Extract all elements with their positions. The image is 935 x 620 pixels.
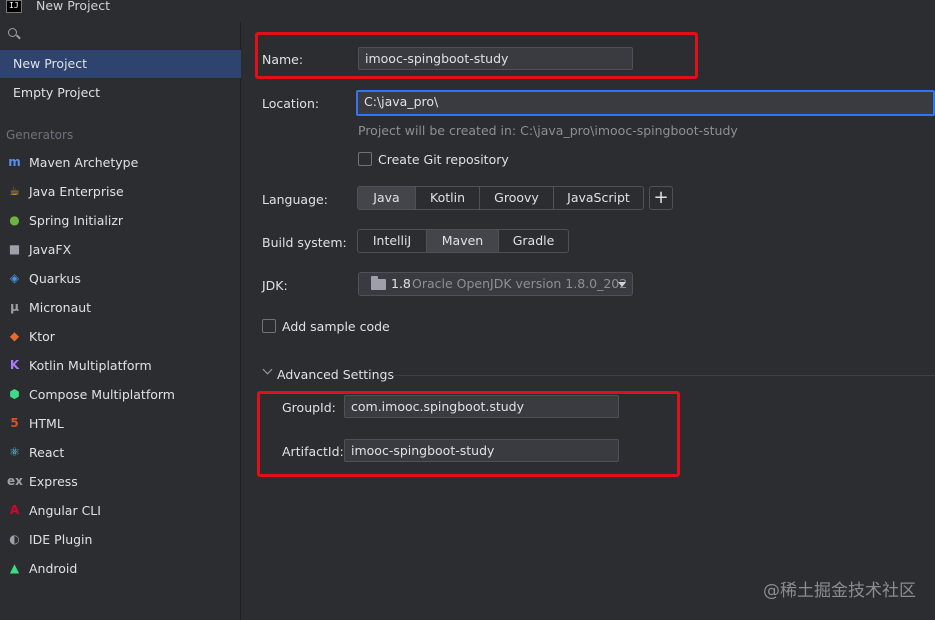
build-system-selector: IntelliJ Maven Gradle [357, 229, 569, 253]
window-title: New Project [36, 0, 111, 13]
sidebar-item-react[interactable]: ⚛ React [0, 438, 241, 467]
sidebar-search[interactable] [0, 22, 241, 48]
sidebar-item-javafx[interactable]: ■ JavaFX [0, 235, 241, 264]
jdk-dropdown[interactable]: 1.8 Oracle OpenJDK version 1.8.0_202 [358, 272, 633, 296]
ide-plugin-icon: ◐ [9, 532, 20, 546]
generators-section-label: Generators [6, 128, 74, 142]
build-system-label: Build system: [262, 235, 347, 250]
name-label: Name: [262, 52, 304, 67]
sidebar-item-label: HTML [29, 416, 64, 431]
watermark: @稀土掘金技术社区 [763, 581, 916, 601]
react-icon: ⚛ [9, 445, 20, 459]
language-option-groovy[interactable]: Groovy [480, 187, 554, 209]
advanced-settings-label: Advanced Settings [277, 367, 394, 382]
folder-icon [371, 276, 386, 290]
sidebar: New Project Empty Project Generators m Ma… [0, 22, 241, 620]
sidebar-item-android[interactable]: ▲ Android [0, 554, 241, 583]
advanced-settings-toggle[interactable]: Advanced Settings [260, 362, 394, 382]
title-bar: IJ New Project [0, 0, 935, 16]
intellij-logo-icon: IJ [6, 0, 22, 13]
language-selector: Java Kotlin Groovy JavaScript [357, 186, 644, 210]
sidebar-item-label: Compose Multiplatform [29, 387, 175, 402]
kotlin-icon: K [9, 358, 20, 372]
add-language-button[interactable]: + [649, 186, 673, 210]
sidebar-item-html[interactable]: 5 HTML [0, 409, 241, 438]
sidebar-item-label: IDE Plugin [29, 532, 93, 547]
sample-code-checkbox[interactable] [262, 319, 276, 333]
compose-icon: ⬢ [9, 387, 20, 401]
sidebar-item-empty-project[interactable]: Empty Project [0, 79, 241, 107]
sidebar-item-ide-plugin[interactable]: ◐ IDE Plugin [0, 525, 241, 554]
location-label: Location: [262, 96, 320, 111]
sidebar-item-compose-multiplatform[interactable]: ⬢ Compose Multiplatform [0, 380, 241, 409]
sidebar-item-label: Angular CLI [29, 503, 101, 518]
location-hint: Project will be created in: C:\java_pro\… [358, 123, 738, 138]
maven-icon: m [8, 155, 21, 169]
sidebar-item-label: Maven Archetype [29, 155, 139, 170]
jdk-detail: Oracle OpenJDK version 1.8.0_202 [412, 276, 628, 291]
spring-icon: ● [9, 213, 20, 227]
sidebar-item-label: Micronaut [29, 300, 92, 315]
build-option-maven[interactable]: Maven [427, 230, 499, 252]
sample-code-label: Add sample code [282, 319, 390, 334]
quarkus-icon: ◈ [9, 271, 20, 285]
jdk-version: 1.8 [391, 276, 411, 291]
javafx-icon: ■ [8, 242, 21, 256]
name-field[interactable]: imooc-spingboot-study [358, 47, 633, 70]
sidebar-item-express[interactable]: ex Express [0, 467, 241, 496]
sidebar-item-label: Android [29, 561, 78, 576]
language-label: Language: [262, 192, 328, 207]
group-id-field[interactable]: com.imooc.spingboot.study [344, 395, 619, 418]
sidebar-item-quarkus[interactable]: ◈ Quarkus [0, 264, 241, 293]
sidebar-item-label: JavaFX [29, 242, 72, 257]
artifact-id-label: ArtifactId: [282, 444, 344, 459]
search-icon [8, 28, 17, 37]
java-enterprise-icon: ☕ [9, 184, 20, 198]
sidebar-item-kotlin-multiplatform[interactable]: K Kotlin Multiplatform [0, 351, 241, 380]
sidebar-item-micronaut[interactable]: μ Micronaut [0, 293, 241, 322]
git-checkbox[interactable] [358, 152, 372, 166]
language-option-javascript[interactable]: JavaScript [554, 187, 643, 209]
sidebar-item-label: Kotlin Multiplatform [29, 358, 152, 373]
sidebar-item-angular-cli[interactable]: A Angular CLI [0, 496, 241, 525]
sidebar-item-spring-initializr[interactable]: ● Spring Initializr [0, 206, 241, 235]
sidebar-item-label: React [29, 445, 65, 460]
sidebar-item-label: Spring Initializr [29, 213, 124, 228]
project-form: Name: imooc-spingboot-study Location: C:… [242, 16, 935, 620]
chevron-down-icon [618, 282, 626, 287]
build-option-intellij[interactable]: IntelliJ [358, 230, 427, 252]
angular-icon: A [9, 503, 20, 517]
sidebar-item-label: Quarkus [29, 271, 81, 286]
sidebar-item-label: Java Enterprise [29, 184, 124, 199]
ktor-icon: ◆ [9, 329, 20, 343]
html-icon: 5 [10, 416, 19, 430]
group-id-label: GroupId: [282, 400, 336, 415]
micronaut-icon: μ [10, 300, 19, 314]
chevron-down-icon [262, 364, 273, 375]
git-checkbox-label: Create Git repository [378, 152, 509, 167]
language-option-java[interactable]: Java [358, 187, 416, 209]
android-icon: ▲ [9, 561, 20, 575]
artifact-id-field[interactable]: imooc-spingboot-study [344, 439, 619, 462]
sidebar-item-maven-archetype[interactable]: m Maven Archetype [0, 148, 241, 177]
jdk-label: JDK: [262, 278, 288, 293]
build-option-gradle[interactable]: Gradle [499, 230, 568, 252]
sidebar-item-label: Ktor [29, 329, 55, 344]
sidebar-item-java-enterprise[interactable]: ☕ Java Enterprise [0, 177, 241, 206]
sidebar-item-ktor[interactable]: ◆ Ktor [0, 322, 241, 351]
sidebar-item-label: Express [29, 474, 78, 489]
location-field[interactable]: C:\java_pro\ [356, 90, 935, 116]
sidebar-item-new-project[interactable]: New Project [0, 50, 241, 78]
advanced-divider [392, 375, 935, 376]
express-icon: ex [7, 474, 23, 488]
language-option-kotlin[interactable]: Kotlin [416, 187, 480, 209]
